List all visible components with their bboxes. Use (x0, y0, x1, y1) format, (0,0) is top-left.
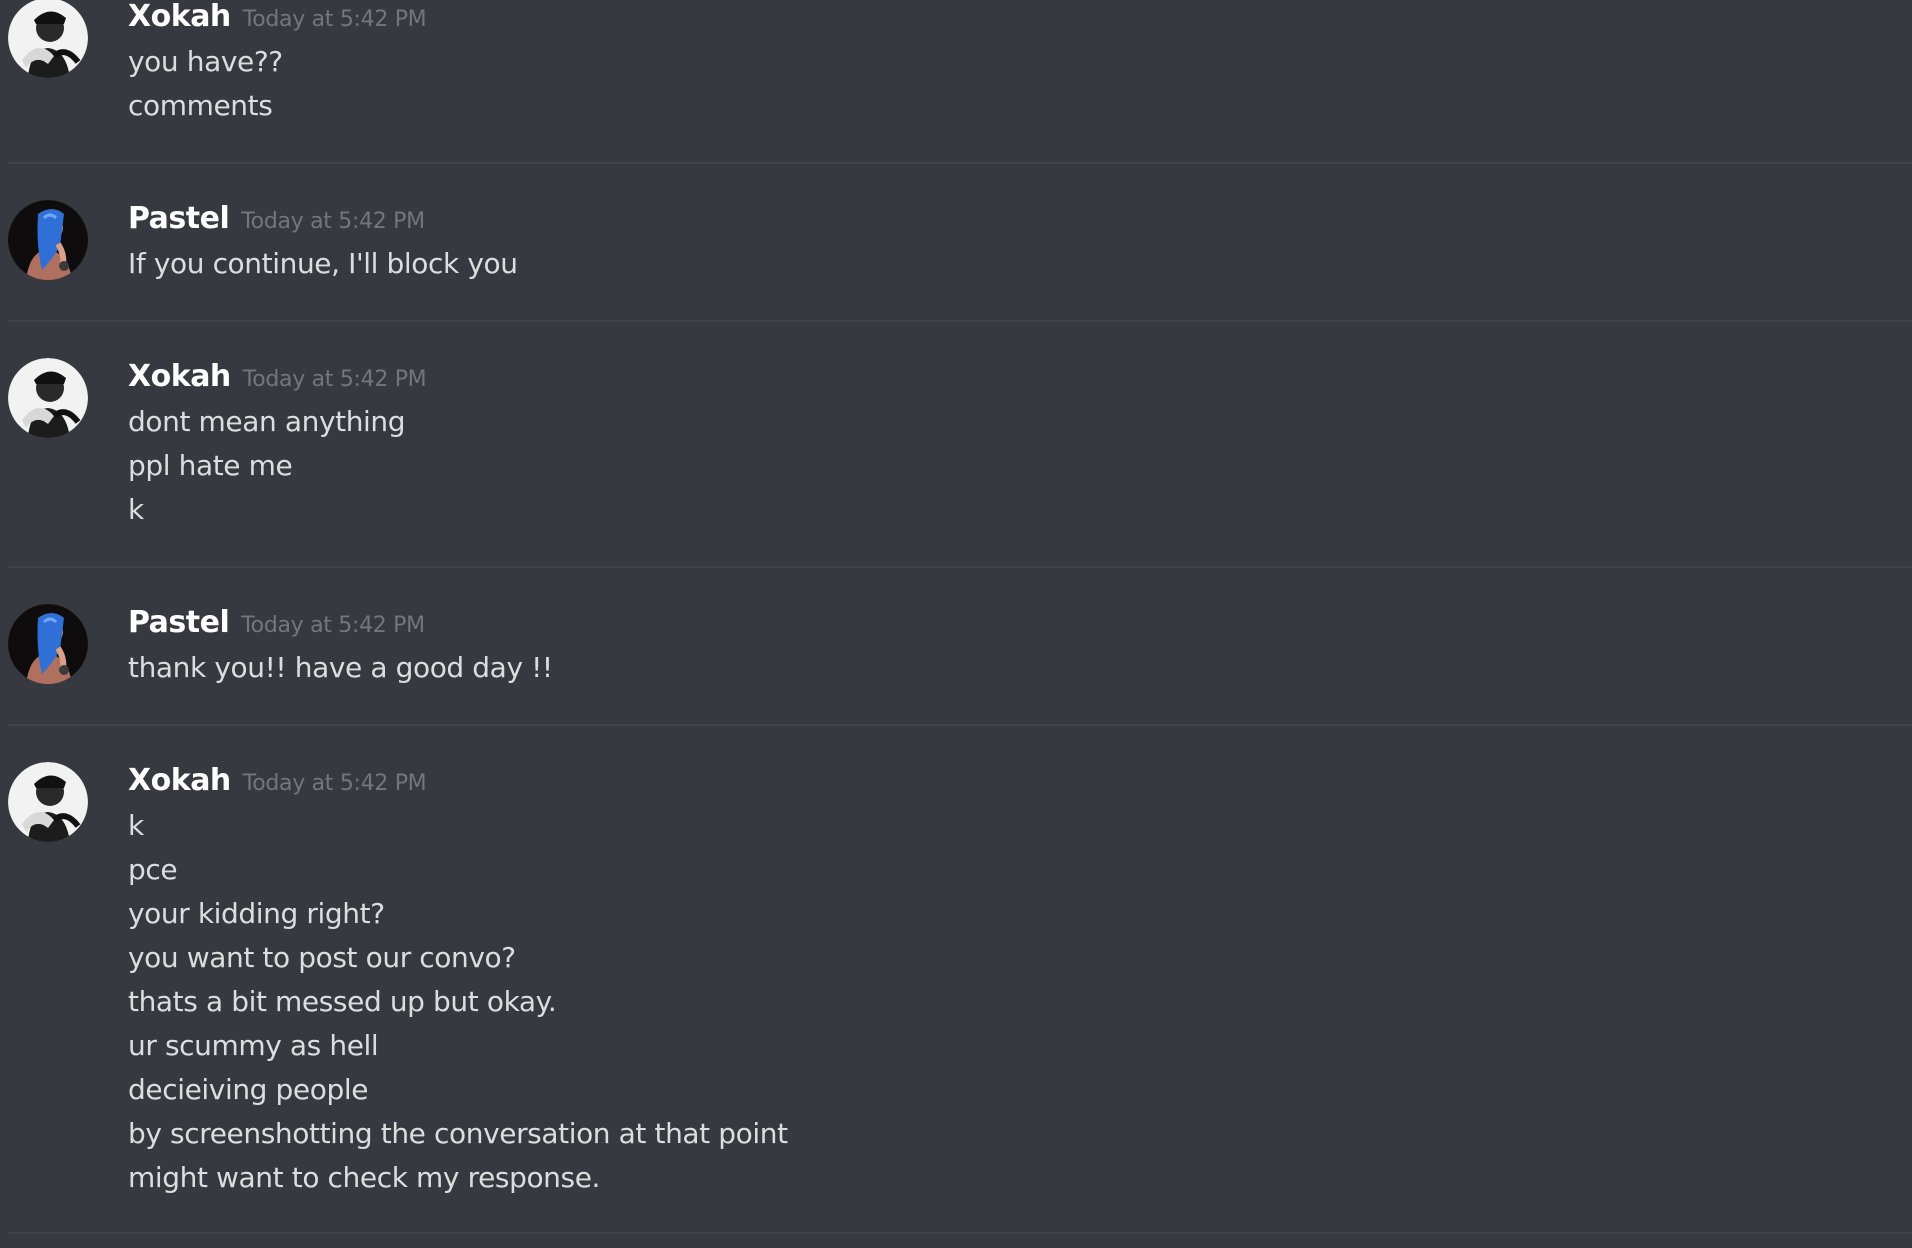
message-line: k (128, 493, 144, 526)
message-line: If you continue, I'll block you (128, 247, 518, 280)
timestamp: Today at 5:42 PM (241, 613, 425, 638)
message-line: decieiving people (128, 1073, 369, 1106)
user-avatar-black-white-icon[interactable] (8, 0, 88, 78)
user-avatar-black-white-icon[interactable] (8, 358, 88, 438)
username[interactable]: Pastel (128, 201, 230, 236)
username[interactable]: Xokah (128, 763, 231, 798)
message-line: k (128, 809, 144, 842)
message-line: ppl hate me (128, 449, 293, 482)
username[interactable]: Xokah (128, 359, 231, 394)
message-divider (8, 724, 1912, 726)
message-line: dont mean anything (128, 405, 406, 438)
message-line: might want to check my response. (128, 1161, 601, 1194)
timestamp: Today at 5:42 PM (242, 7, 427, 32)
timestamp: Today at 5:42 PM (242, 367, 427, 392)
message-header: Xokah Today at 5:42 PM (128, 762, 427, 800)
message-header: Pastel Today at 5:42 PM (128, 604, 425, 642)
message-line: you want to post our convo? (128, 941, 516, 974)
username[interactable]: Pastel (128, 605, 230, 640)
message-line: thank you!! have a good day !! (128, 651, 553, 684)
message-header: Pastel Today at 5:42 PM (128, 200, 425, 238)
message-divider (8, 1232, 1912, 1234)
message-header: Xokah Today at 5:42 PM (128, 358, 427, 396)
message-divider (8, 162, 1912, 164)
message-list[interactable]: Xokah Today at 5:42 PM you have?? comment… (0, 0, 1912, 1248)
user-avatar-black-white-icon[interactable] (8, 762, 88, 842)
message-divider (8, 566, 1912, 568)
user-avatar-blue-hair-icon[interactable] (8, 200, 88, 280)
message-line: by screenshotting the conversation at th… (128, 1117, 788, 1150)
timestamp: Today at 5:42 PM (242, 771, 427, 796)
message-line: comments (128, 89, 273, 122)
message-line: your kidding right? (128, 897, 385, 930)
message-line: you have?? (128, 45, 283, 78)
user-avatar-blue-hair-icon[interactable] (8, 604, 88, 684)
message-divider (8, 320, 1912, 322)
message-header: Xokah Today at 5:42 PM (128, 0, 427, 36)
message-line: thats a bit messed up but okay. (128, 985, 557, 1018)
timestamp: Today at 5:42 PM (241, 209, 425, 234)
username[interactable]: Xokah (128, 0, 231, 34)
message-line: pce (128, 853, 178, 886)
message-line: ur scummy as hell (128, 1029, 379, 1062)
